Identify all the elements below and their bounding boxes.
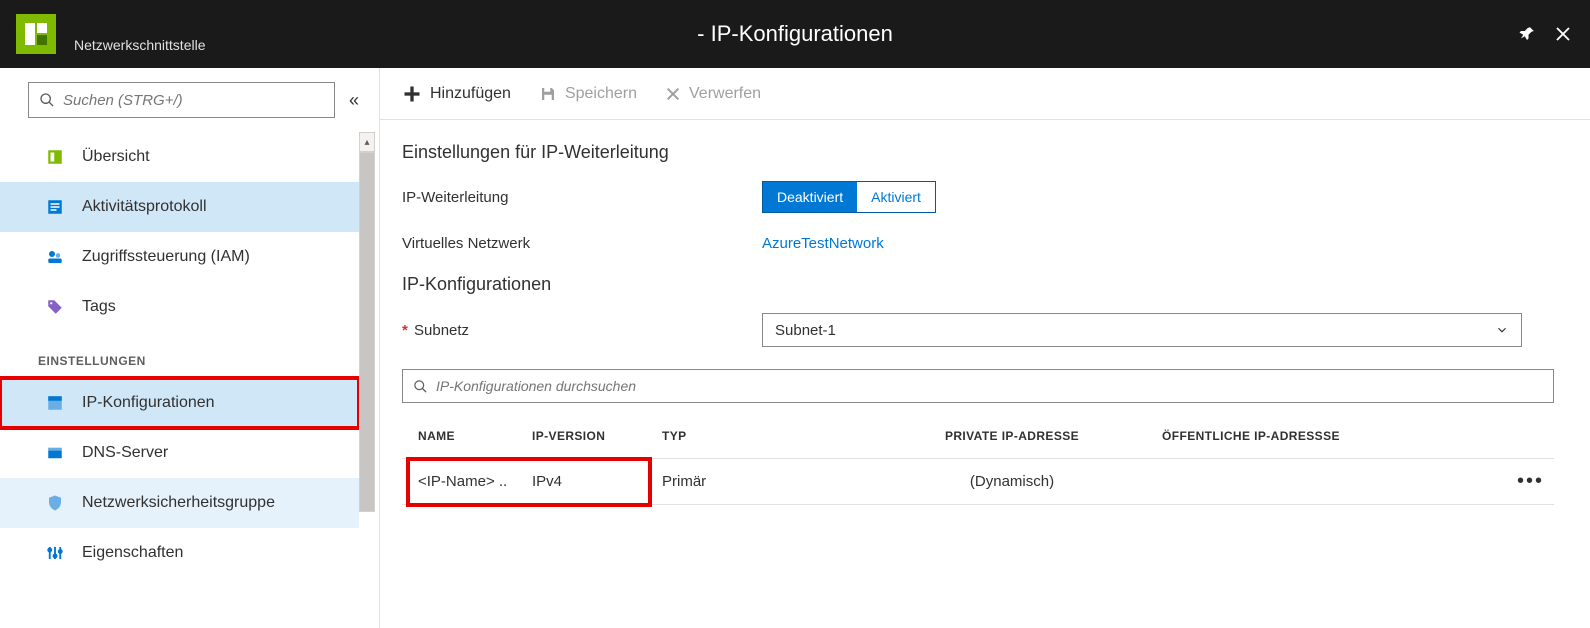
overview-icon — [44, 148, 66, 166]
subnet-select[interactable]: Subnet-1 — [762, 313, 1522, 347]
ip-config-icon — [44, 394, 66, 412]
row-priv: (Dynamisch) — [862, 473, 1162, 490]
sidebar-item-label: Tags — [82, 298, 116, 316]
discard-button-label: Verwerfen — [689, 85, 761, 103]
ip-conf-heading: IP-Konfigurationen — [402, 274, 1554, 295]
ipconf-filter[interactable] — [402, 369, 1554, 403]
add-button[interactable]: Hinzufügen — [402, 84, 511, 104]
search-icon — [413, 379, 428, 394]
sidebar-section-settings: EINSTELLUNGEN — [0, 332, 359, 378]
discard-button: Verwerfen — [665, 85, 761, 103]
page-title: - IP-Konfigurationen — [697, 21, 893, 47]
dns-icon — [44, 444, 66, 462]
col-priv[interactable]: PRIVATE IP-ADRESSE — [862, 429, 1162, 443]
sidebar-item-properties[interactable]: Eigenschaften — [0, 528, 359, 578]
top-bar: Netzwerkschnittstelle - IP-Konfiguration… — [0, 0, 1590, 68]
discard-icon — [665, 86, 681, 102]
search-icon — [39, 92, 55, 108]
scroll-thumb[interactable] — [359, 152, 375, 512]
toggle-on-option[interactable]: Aktiviert — [857, 182, 935, 212]
sidebar-scrollbar[interactable]: ▴ — [359, 132, 375, 628]
vnet-label: Virtuelles Netzwerk — [402, 235, 762, 252]
subnet-value: Subnet-1 — [775, 322, 836, 339]
col-typ[interactable]: TYP — [662, 429, 862, 443]
subnet-label: * Subnetz — [402, 322, 762, 339]
sidebar-item-label: Aktivitätsprotokoll — [82, 198, 207, 216]
app-logo-icon — [16, 14, 56, 54]
col-pub[interactable]: ÖFFENTLICHE IP-ADRESSSE — [1162, 429, 1494, 443]
activity-log-icon — [44, 198, 66, 216]
ip-fwd-label: IP-Weiterleitung — [402, 189, 762, 206]
row-actions-icon[interactable]: ••• — [1494, 470, 1554, 493]
sidebar-item-activity-log[interactable]: Aktivitätsprotokoll — [0, 182, 359, 232]
add-button-label: Hinzufügen — [430, 85, 511, 103]
close-icon[interactable] — [1554, 25, 1572, 43]
sidebar-item-overview[interactable]: Übersicht — [0, 132, 359, 182]
ipconf-filter-input[interactable] — [428, 378, 1543, 394]
sidebar-item-label: Zugriffssteuerung (IAM) — [82, 248, 250, 266]
ip-fwd-toggle[interactable]: Deaktiviert Aktiviert — [762, 181, 936, 213]
toggle-off-option[interactable]: Deaktiviert — [763, 182, 857, 212]
sidebar-item-tags[interactable]: Tags — [0, 282, 359, 332]
scroll-up-icon[interactable]: ▴ — [359, 132, 375, 152]
sidebar-item-nsg[interactable]: Netzwerksicherheitsgruppe — [0, 478, 359, 528]
chevron-down-icon — [1495, 323, 1509, 337]
pin-icon[interactable] — [1518, 25, 1536, 43]
ipconf-table: NAME IP-VERSION TYP PRIVATE IP-ADRESSE Ö… — [402, 413, 1554, 505]
collapse-sidebar-button[interactable]: « — [345, 86, 363, 115]
plus-icon — [402, 84, 422, 104]
sidebar-item-access-control[interactable]: Zugriffssteuerung (IAM) — [0, 232, 359, 282]
col-name[interactable]: NAME — [402, 429, 532, 443]
ip-fwd-heading: Einstellungen für IP-Weiterleitung — [402, 142, 1554, 163]
sidebar-item-label: Übersicht — [82, 148, 150, 166]
table-header: NAME IP-VERSION TYP PRIVATE IP-ADRESSE Ö… — [402, 413, 1554, 459]
iam-icon — [44, 248, 66, 266]
row-typ: Primär — [662, 473, 862, 490]
vnet-link[interactable]: AzureTestNetwork — [762, 235, 884, 252]
save-button: Speichern — [539, 85, 637, 103]
save-button-label: Speichern — [565, 85, 637, 103]
breadcrumb-subtitle: Netzwerkschnittstelle — [74, 37, 206, 53]
sidebar-item-label: Netzwerksicherheitsgruppe — [82, 494, 275, 512]
content-toolbar: Hinzufügen Speichern Verwerfen — [380, 68, 1590, 120]
col-ipv[interactable]: IP-VERSION — [532, 429, 662, 443]
shield-icon — [44, 494, 66, 512]
sidebar-item-label: IP-Konfigurationen — [82, 394, 215, 412]
sidebar-search[interactable] — [28, 82, 335, 118]
sidebar-search-input[interactable] — [55, 92, 324, 109]
tag-icon — [44, 298, 66, 316]
sidebar-item-label: DNS-Server — [82, 444, 168, 462]
sidebar-item-label: Eigenschaften — [82, 544, 183, 562]
properties-icon — [44, 544, 66, 562]
row-name: <IP-Name> .. — [402, 473, 532, 490]
row-ipv: IPv4 — [532, 473, 662, 490]
table-row[interactable]: <IP-Name> .. IPv4 Primär (Dynamisch) ••• — [402, 459, 1554, 505]
sidebar-item-ip-configurations[interactable]: IP-Konfigurationen — [0, 378, 359, 428]
sidebar: « Übersicht Aktivitätsprotokoll — [0, 68, 380, 628]
save-icon — [539, 85, 557, 103]
sidebar-item-dns[interactable]: DNS-Server — [0, 428, 359, 478]
